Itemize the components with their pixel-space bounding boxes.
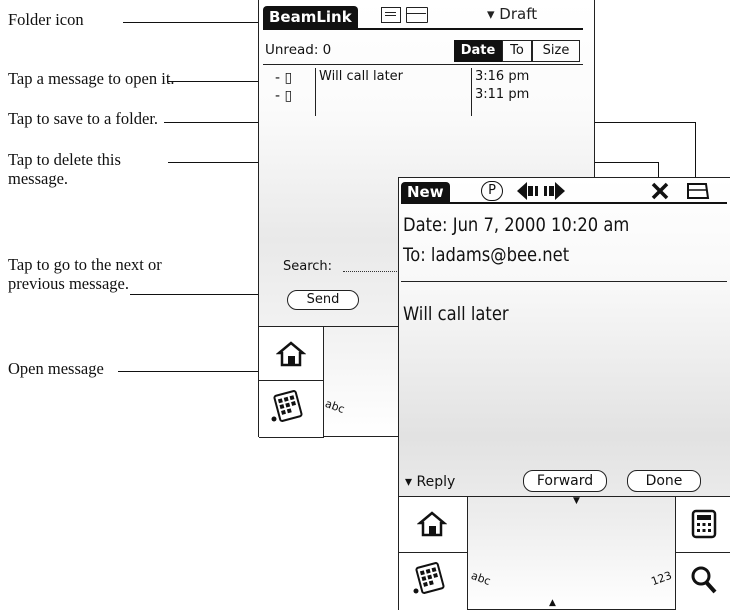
message-date: Date: Jun 7, 2000 10:20 am	[403, 214, 630, 236]
message-time: 3:11 pm	[475, 87, 530, 102]
callout-next-prev-line1: Tap to go to the next or	[8, 255, 162, 274]
calculator-icon	[691, 509, 717, 539]
priority-button[interactable]: P	[481, 181, 503, 201]
search-icon	[691, 566, 717, 594]
home-button[interactable]	[259, 326, 324, 382]
message-screen-title: New	[401, 182, 450, 202]
previous-message-icon[interactable]	[517, 182, 539, 200]
callout-delete-line1: Tap to delete this	[8, 150, 121, 169]
header-divider	[401, 281, 727, 282]
message-body: Will call later	[403, 303, 509, 325]
leader-line	[168, 81, 270, 82]
search-label: Search:	[283, 259, 333, 274]
title-underline	[263, 28, 583, 30]
folder-dropdown[interactable]: ▾ Draft	[487, 5, 537, 23]
home-icon	[417, 511, 447, 537]
save-to-folder-icon[interactable]	[686, 182, 710, 200]
callout-next-prev-line2: previous message.	[8, 274, 129, 293]
forward-button[interactable]: Forward	[523, 470, 607, 492]
sort-to-button[interactable]: To	[502, 40, 532, 62]
graffiti-area[interactable]	[467, 496, 675, 609]
find-button[interactable]	[675, 552, 730, 610]
message-time: 3:16 pm	[475, 69, 530, 84]
scroll-up-icon[interactable]: ▼	[573, 496, 580, 506]
callout-open-message-screen: Open message	[8, 359, 104, 378]
search-input[interactable]	[343, 271, 399, 272]
next-message-icon[interactable]	[543, 182, 565, 200]
menu-button[interactable]	[399, 552, 468, 610]
callout-open-message: Tap a message to open it.	[8, 69, 175, 88]
list-item[interactable]: - ▯ 3:11 pm	[259, 86, 589, 104]
send-button[interactable]: Send	[287, 290, 359, 310]
scroll-down-icon[interactable]: ▲	[549, 598, 556, 608]
divider	[263, 64, 583, 65]
menu-button[interactable]	[259, 380, 324, 438]
home-button[interactable]	[399, 496, 468, 554]
message-status-icon: - ▯	[275, 88, 293, 104]
unread-count: Unread: 0	[265, 42, 332, 58]
callout-folder-icon: Folder icon	[8, 10, 84, 29]
app-title: BeamLink	[263, 6, 358, 28]
title-underline	[401, 202, 727, 204]
message-subject: Will call later	[319, 69, 404, 84]
list-item[interactable]: - ▯ Will call later 3:16 pm	[259, 68, 589, 116]
reply-dropdown[interactable]: ▾ Reply	[405, 474, 455, 490]
menu-icon	[271, 390, 303, 422]
callout-save-to-folder: Tap to save to a folder.	[8, 109, 159, 128]
folder-icon[interactable]	[405, 7, 428, 23]
menu-icon	[413, 562, 445, 594]
calculator-button[interactable]	[675, 496, 730, 554]
message-status-icon: - ▯	[275, 70, 293, 86]
open-message-screen: New P Date: Jun 7, 2000 10:20 am To: lad…	[398, 177, 730, 610]
delete-icon[interactable]	[651, 182, 669, 200]
done-button[interactable]: Done	[627, 470, 701, 492]
sort-size-button[interactable]: Size	[532, 40, 580, 62]
home-icon	[276, 341, 306, 367]
notes-icon[interactable]	[381, 7, 401, 23]
callout-delete-line2: message.	[8, 169, 69, 188]
message-recipient: To: ladams@bee.net	[403, 244, 570, 266]
graffiti-abc-label: abc	[323, 397, 347, 416]
sort-date-button[interactable]: Date	[454, 40, 502, 62]
